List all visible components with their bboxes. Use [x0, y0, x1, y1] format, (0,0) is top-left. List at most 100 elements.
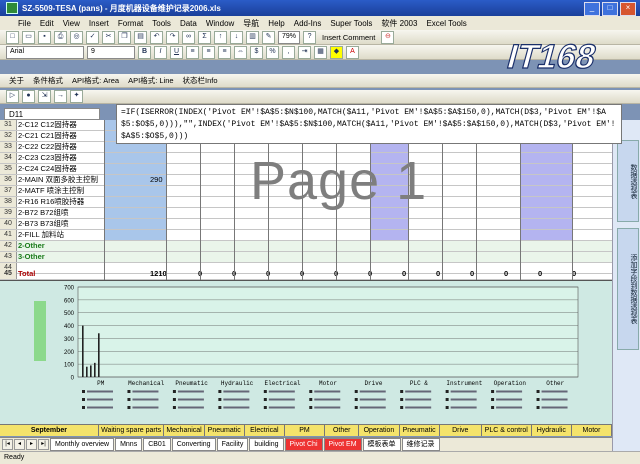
save-icon[interactable]: ▪ [38, 30, 51, 44]
name-box[interactable]: D11 [4, 108, 100, 120]
bold-icon[interactable]: B [138, 45, 151, 59]
status-info-button[interactable]: 状态栏Info [180, 75, 221, 86]
total-label: Total [18, 269, 36, 278]
api-line-button[interactable]: API格式: Line [125, 75, 176, 86]
fill-color-icon[interactable]: ◆ [330, 45, 343, 59]
row-label: 2-C23 C23固持器 [18, 153, 77, 162]
chart-icon[interactable]: ▥ [246, 30, 259, 44]
tab-cb01[interactable]: CB01 [143, 438, 171, 451]
record-icon[interactable]: ● [22, 90, 35, 103]
redo-icon[interactable]: ↷ [166, 30, 179, 44]
maximize-icon[interactable]: □ [602, 2, 618, 16]
legend-line [132, 398, 159, 401]
menu-view[interactable]: View [63, 19, 80, 28]
borders-icon[interactable]: ▦ [314, 45, 327, 59]
legend-marker [491, 398, 495, 401]
menu-help[interactable]: Help [268, 19, 284, 28]
font-color-icon[interactable]: A [346, 45, 359, 59]
task-pane-tab-fields[interactable]: 添加字段到数据透视表 [617, 228, 639, 350]
drawing-icon[interactable]: ✎ [262, 30, 275, 44]
delete-comment-icon[interactable]: ⊖ [381, 30, 395, 44]
indent-icon[interactable]: ⇥ [298, 45, 311, 59]
tab-first-icon[interactable]: |◂ [2, 439, 13, 450]
underline-icon[interactable]: U [170, 45, 183, 59]
zoom-select[interactable]: 79% [278, 30, 301, 44]
minimize-icon[interactable]: _ [584, 2, 600, 16]
new-icon[interactable]: □ [6, 30, 19, 44]
conditional-format-button[interactable]: 条件格式 [30, 75, 66, 86]
menu-software[interactable]: 软件 2003 [381, 18, 417, 29]
play-icon[interactable]: ▷ [6, 90, 19, 103]
bar-chart[interactable]: 700 600 500 400 300 200 100 0 PM Mechanical Pneuma… [0, 281, 612, 425]
tab-pivot-chi[interactable]: Pivot Chi [284, 438, 323, 451]
menu-navigate[interactable]: 导航 [243, 18, 259, 29]
menu-edit[interactable]: Edit [40, 19, 54, 28]
tab-building[interactable]: building [249, 438, 284, 451]
tab-last-icon[interactable]: ▸| [38, 439, 49, 450]
tab-template[interactable]: 模板表单 [362, 438, 401, 451]
font-select[interactable]: Arial [6, 45, 84, 59]
menu-data[interactable]: Data [180, 19, 197, 28]
preview-icon[interactable]: ◎ [70, 30, 83, 44]
percent-icon[interactable]: % [266, 45, 279, 59]
tool-icon[interactable]: ✦ [70, 90, 83, 103]
legend-line [541, 390, 568, 393]
legend-marker [127, 406, 131, 409]
api-area-button[interactable]: API格式: Area [69, 75, 122, 86]
close-icon[interactable]: × [620, 2, 636, 16]
tab-facility[interactable]: Facility [216, 438, 249, 451]
tab-next-icon[interactable]: ▸ [26, 439, 37, 450]
undo-icon[interactable]: ↶ [150, 30, 163, 44]
menu-tools[interactable]: Tools [152, 19, 171, 28]
tab-repair-log[interactable]: 维修记录 [401, 438, 440, 451]
header-cell: Electrical [245, 425, 285, 436]
copy-icon[interactable]: ❐ [118, 30, 131, 44]
x-tick-label: Operation [494, 380, 527, 387]
menu-window[interactable]: Window [206, 19, 234, 28]
window-title: SZ-5509-TESA (pans) - 月度机器设备维护记录2006.xls [22, 3, 221, 13]
step-icon[interactable]: ⇲ [38, 90, 51, 103]
legend-line [541, 398, 568, 401]
sort-asc-icon[interactable]: ↑ [214, 30, 227, 44]
plot-area [77, 286, 579, 378]
tab-monthly-overview[interactable]: Monthly overview [50, 438, 115, 451]
open-icon[interactable]: ▭ [22, 30, 35, 44]
align-center-icon[interactable]: ≡ [202, 45, 215, 59]
tab-prev-icon[interactable]: ◂ [14, 439, 25, 450]
legend-line [314, 406, 341, 409]
help-icon[interactable]: ? [303, 30, 317, 44]
tab-mnns[interactable]: Mnns [115, 438, 143, 451]
cut-icon[interactable]: ✂ [102, 30, 115, 44]
autosum-icon[interactable]: Σ [198, 30, 211, 44]
menu-super-tools[interactable]: Super Tools [330, 19, 372, 28]
y-tick-label: 200 [64, 350, 75, 356]
hyperlink-icon[interactable]: ∞ [182, 30, 195, 44]
legend-marker [536, 390, 540, 393]
legend-marker [400, 390, 404, 393]
arrow-icon[interactable]: → [54, 90, 67, 103]
legend-marker [263, 398, 267, 401]
align-right-icon[interactable]: ≡ [218, 45, 231, 59]
italic-icon[interactable]: I [154, 45, 167, 59]
formula-bar[interactable]: =IF(ISERROR(INDEX('Pivot EM'!$A$5:$N$100… [116, 104, 622, 144]
comma-icon[interactable]: , [282, 45, 295, 59]
menu-addins[interactable]: Add-Ins [294, 19, 322, 28]
sort-desc-icon[interactable]: ↓ [230, 30, 243, 44]
menu-excel-tools[interactable]: Excel Tools [426, 19, 466, 28]
font-size-select[interactable]: 9 [87, 45, 135, 59]
spell-icon[interactable]: ✓ [86, 30, 99, 44]
menu-format[interactable]: Format [118, 19, 143, 28]
insert-comment-button[interactable]: Insert Comment [319, 33, 378, 42]
currency-icon[interactable]: $ [250, 45, 263, 59]
menu-file[interactable]: File [18, 19, 31, 28]
chart-area[interactable]: 700 600 500 400 300 200 100 0 PM Mechanical Pneuma… [0, 280, 612, 424]
tab-converting[interactable]: Converting [171, 438, 216, 451]
print-icon[interactable]: ⎙ [54, 30, 67, 44]
tab-pivot-em[interactable]: Pivot EM [323, 438, 362, 451]
about-button[interactable]: 关于 [6, 75, 27, 86]
menu-insert[interactable]: Insert [89, 19, 109, 28]
paste-icon[interactable]: ▤ [134, 30, 147, 44]
merge-icon[interactable]: ⇔ [234, 45, 247, 59]
align-left-icon[interactable]: ≡ [186, 45, 199, 59]
task-pane-tab-pivot[interactable]: 数据透视表 [617, 140, 639, 222]
